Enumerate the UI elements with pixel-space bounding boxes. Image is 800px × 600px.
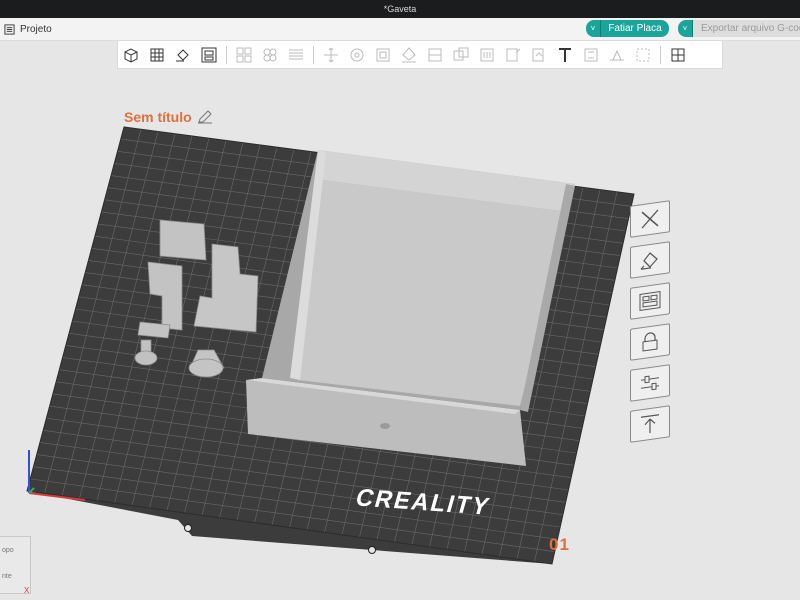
add-object-icon[interactable] xyxy=(120,44,142,66)
project-icon xyxy=(4,23,15,35)
delete-plate-button[interactable] xyxy=(630,200,670,238)
layout-plate-icon[interactable] xyxy=(198,44,220,66)
arrange-icon xyxy=(639,291,661,311)
cut-icon[interactable] xyxy=(424,44,446,66)
slice-group: ˅ Fatiar Placa xyxy=(586,20,669,37)
layers-icon[interactable] xyxy=(285,44,307,66)
edit-icon[interactable] xyxy=(197,110,213,124)
toolbar-divider xyxy=(226,45,227,64)
puzzle-icon[interactable] xyxy=(667,44,689,66)
plate-hole xyxy=(368,546,376,554)
plate-number: 01 xyxy=(549,535,570,554)
height-range-icon[interactable] xyxy=(580,44,602,66)
support-paint-icon[interactable] xyxy=(476,44,498,66)
rotate-icon[interactable] xyxy=(346,44,368,66)
close-icon xyxy=(641,209,659,229)
plate-settings-button[interactable] xyxy=(630,364,670,402)
menu-bar: Projeto ˅ Fatiar Placa ˅ Exportar arquiv… xyxy=(0,18,800,41)
arrow-up-icon xyxy=(641,414,659,434)
flatten-icon[interactable] xyxy=(398,44,420,66)
window-title: *Gaveta xyxy=(383,4,417,14)
text-icon[interactable] xyxy=(554,44,576,66)
project-label: Projeto xyxy=(20,23,52,35)
export-gcode-button[interactable]: Exportar arquivo G-code xyxy=(693,20,800,37)
split-parts-icon[interactable] xyxy=(259,44,281,66)
viewport-3d[interactable] xyxy=(0,68,800,600)
toolbar-divider xyxy=(313,45,314,64)
grid-arrange-icon[interactable] xyxy=(146,44,168,66)
auto-orient-icon xyxy=(640,252,658,270)
title-bar: *Gaveta xyxy=(0,0,800,18)
sliders-icon xyxy=(641,375,659,391)
move-icon[interactable] xyxy=(320,44,342,66)
plate-hole xyxy=(184,524,192,532)
main-toolbar xyxy=(117,40,723,69)
project-menu[interactable]: Projeto xyxy=(4,21,52,37)
slice-plate-button[interactable]: Fatiar Placa xyxy=(601,20,669,37)
export-dropdown-button[interactable]: ˅ xyxy=(678,20,693,37)
split-objects-icon[interactable] xyxy=(233,44,255,66)
scale-icon[interactable] xyxy=(372,44,394,66)
plate-title[interactable]: Sem título xyxy=(124,109,213,125)
toolbar-divider xyxy=(660,45,661,64)
plate-side-toolbar xyxy=(630,200,676,449)
seam-paint-icon[interactable] xyxy=(502,44,524,66)
assembly-icon[interactable] xyxy=(632,44,654,66)
boolean-icon[interactable] xyxy=(450,44,472,66)
mmu-paint-icon[interactable] xyxy=(528,44,550,66)
export-group: ˅ Exportar arquivo G-code xyxy=(678,20,800,37)
arrange-button[interactable] xyxy=(630,282,670,320)
view-cube-top-label: opo xyxy=(2,547,14,554)
auto-orient-button[interactable] xyxy=(630,241,670,279)
auto-orient-icon[interactable] xyxy=(172,44,194,66)
measure-icon[interactable] xyxy=(606,44,628,66)
slice-dropdown-button[interactable]: ˅ xyxy=(586,20,601,37)
x-axis-label: X xyxy=(24,586,30,595)
lock-icon xyxy=(642,332,658,352)
view-cube-side-label: nte xyxy=(2,573,12,580)
lock-plate-button[interactable] xyxy=(630,323,670,361)
move-to-top-button[interactable] xyxy=(630,405,670,443)
plate-name: Sem título xyxy=(124,109,192,125)
